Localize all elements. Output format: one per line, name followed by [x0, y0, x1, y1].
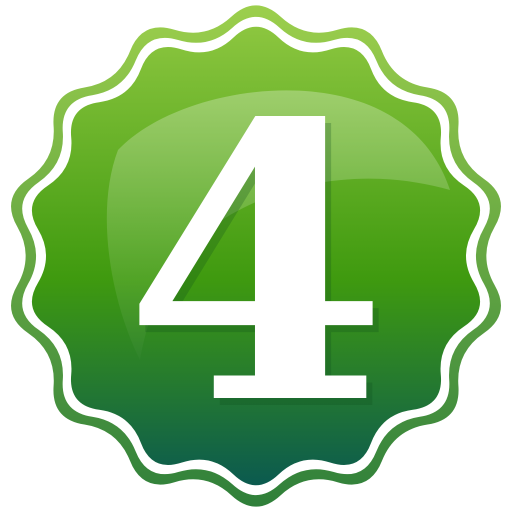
badge-number: 4 [124, 41, 388, 488]
badge-canvas: 4 4 [0, 0, 512, 512]
number-badge: 4 4 [11, 5, 501, 507]
